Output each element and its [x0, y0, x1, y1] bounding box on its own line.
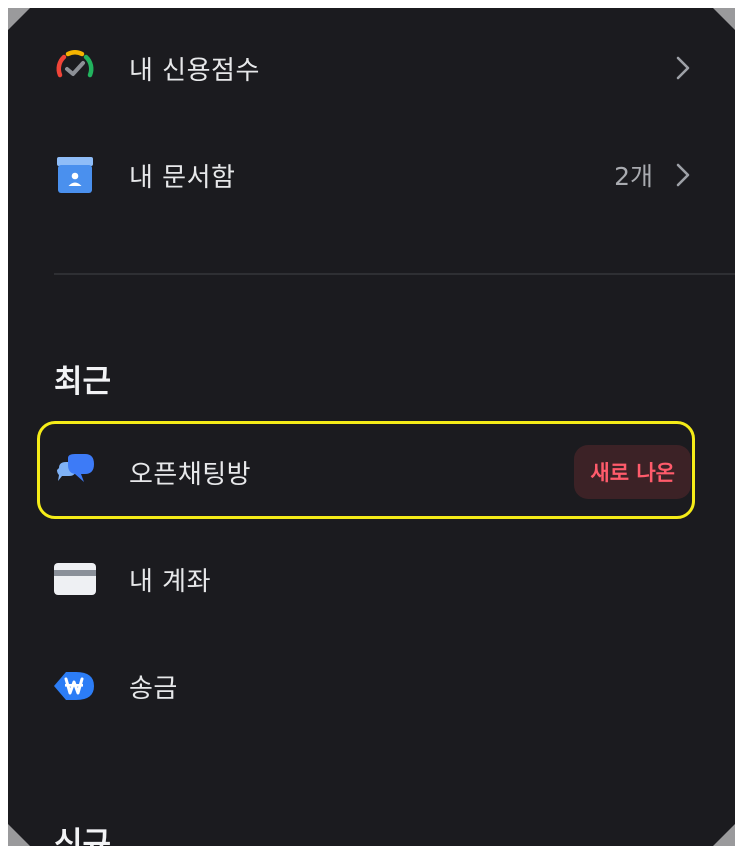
menu-item-label: 내 신용점수 [129, 55, 260, 86]
chevron-right-icon [676, 56, 690, 80]
chevron-right-icon [676, 163, 690, 187]
section-title-new: 신규 [54, 826, 112, 846]
frame-corner [713, 824, 735, 846]
won-send-icon [52, 663, 98, 709]
menu-item-credit-score[interactable]: 내 신용점수 [8, 28, 735, 108]
card-icon [52, 556, 98, 602]
section-divider [54, 273, 735, 275]
recent-item-account[interactable]: 내 계좌 [8, 539, 735, 619]
highlight-box [37, 421, 695, 519]
document-box-icon [52, 152, 98, 198]
menu-item-documents[interactable]: 내 문서함 2개 [8, 135, 735, 215]
recent-item-transfer[interactable]: 송금 [8, 646, 735, 726]
credit-gauge-icon [52, 45, 98, 91]
row-right: 2개 [614, 157, 691, 193]
section-title-recent: 최근 [54, 364, 112, 400]
frame-corner [8, 8, 30, 30]
app-screen: 내 신용점수 내 문서함 2개 최근 오픈채팅방 새로 나온 내 계좌 송금 신… [8, 8, 735, 846]
document-count: 2개 [614, 162, 653, 191]
frame-corner [713, 8, 735, 30]
row-right [675, 55, 691, 81]
frame-corner [8, 824, 30, 846]
screenshot-frame: 내 신용점수 내 문서함 2개 최근 오픈채팅방 새로 나온 내 계좌 송금 신… [0, 0, 743, 854]
recent-item-label: 내 계좌 [129, 566, 212, 597]
menu-item-label: 내 문서함 [129, 162, 236, 193]
recent-item-label: 송금 [129, 673, 178, 704]
